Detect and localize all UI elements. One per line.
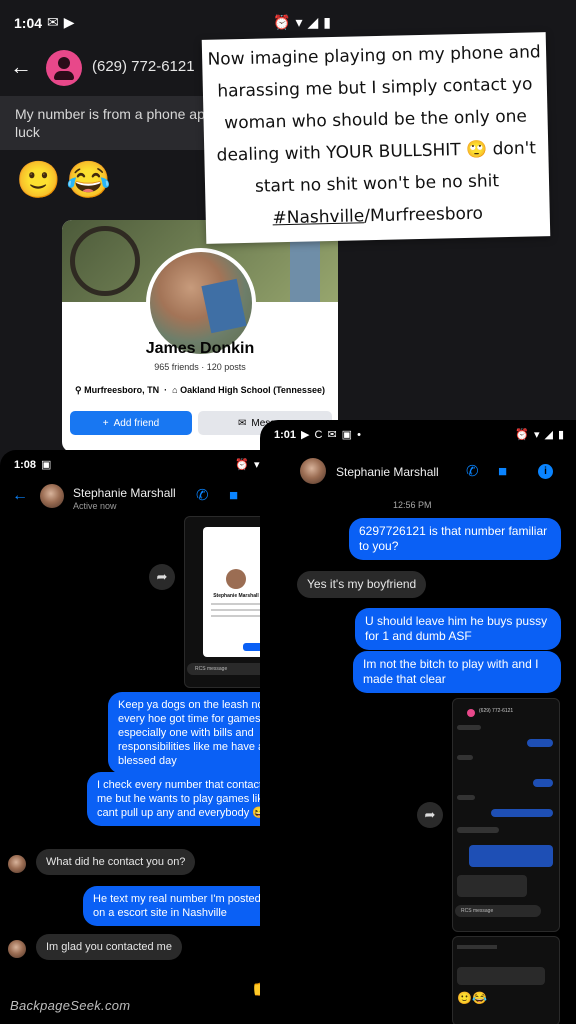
photo-status-icon: ▣	[341, 429, 353, 441]
shared-screenshot[interactable]: 🙂😂	[452, 936, 560, 1024]
conversation-title: (629) 772-6121	[92, 58, 195, 75]
laughing-emoji: 😂	[66, 159, 111, 200]
share-icon[interactable]: ➦	[149, 564, 175, 590]
shared-screenshot[interactable]: (629) 772-6121 RCS message	[452, 698, 560, 932]
collage: 1:04 ✉ ▶ ⏰ ▾ ◢ ▮ ← (629) 772-6121 My num…	[0, 0, 576, 1024]
received-message: Im glad you contacted me	[36, 934, 182, 960]
signal-icon: ◢	[307, 14, 319, 30]
contact-avatar[interactable]	[40, 484, 64, 508]
wifi-icon: ▾	[533, 429, 540, 441]
play-status-icon: ▶	[63, 14, 75, 30]
status-bar: 1:04 ✉ ▶	[14, 14, 75, 31]
caption-overlay: Now imagine playing on my phone and hara…	[201, 32, 551, 244]
alarm-icon: ⏰	[235, 459, 249, 471]
mini-thread-title: (629) 772-6121	[479, 708, 514, 714]
phone-icon[interactable]: ✆	[466, 464, 479, 479]
profile-location: Murfreesboro, TN	[84, 385, 160, 395]
phone-icon[interactable]: ✆	[196, 488, 209, 503]
status-time: 1:01	[274, 428, 297, 441]
location-pin-icon: ⚲	[75, 385, 82, 395]
profile-details: ⚲ Murfreesboro, TN · ⌂ Oakland High Scho…	[75, 385, 325, 395]
message-timestamp: 12:56 PM	[393, 500, 432, 510]
messenger-screenshot-left: 1:08 ▣ ⏰ ▾ ◢ ▮ ← Stephanie Marshall Acti…	[0, 450, 298, 1024]
watermark: BackpageSeek.com	[10, 998, 131, 1013]
smile-emoji: 🙂	[16, 159, 61, 200]
person-icon	[58, 57, 70, 69]
sent-message: Im not the bitch to play with and I made…	[353, 651, 561, 693]
profile-stats: 965 friends · 120 posts	[154, 362, 246, 372]
status-bar: 1:01 ▶ C ✉ ▣ • ⏰ ▾ ◢ ▮	[274, 428, 564, 442]
signal-icon: ◢	[544, 429, 553, 441]
messages-status-icon: ✉	[327, 429, 337, 441]
messenger-icon: ✉	[238, 417, 247, 429]
alarm-icon: ⏰	[273, 14, 291, 30]
info-icon[interactable]: i	[538, 464, 553, 479]
wifi-icon: ▾	[253, 459, 260, 471]
play-status-icon: ▶	[301, 429, 310, 441]
status-bar-right: ⏰ ▾ ◢ ▮	[268, 14, 331, 31]
mini-compose: RCS message	[455, 905, 541, 917]
status-app-letter: C	[314, 428, 323, 441]
contact-avatar-small	[8, 940, 26, 958]
sent-message: He text my real number I'm posted on a e…	[83, 886, 286, 926]
add-friend-label: Add friend	[113, 417, 160, 429]
video-call-icon[interactable]: ■	[498, 464, 507, 479]
received-message: Yes it's my boyfriend	[297, 571, 427, 598]
messenger-screenshot-right: 1:01 ▶ C ✉ ▣ • ⏰ ▾ ◢ ▮ Stephanie Marshal…	[260, 420, 576, 1024]
contact-avatar[interactable]	[46, 50, 82, 86]
wifi-icon: ▾	[295, 14, 303, 30]
back-arrow-icon[interactable]: ←	[12, 488, 28, 504]
mini-emojis: 🙂😂	[457, 991, 487, 1005]
contact-avatar[interactable]	[300, 458, 326, 484]
sent-message: I check every number that contact me but…	[87, 772, 286, 826]
profile-name: James Donkin	[145, 340, 255, 357]
battery-icon: ▮	[557, 429, 564, 441]
battery-icon: ▮	[323, 14, 331, 30]
profile-card: James Donkin 965 friends · 120 posts ⚲ M…	[62, 220, 338, 452]
contact-name[interactable]: Stephanie Marshall	[336, 465, 439, 479]
contact-name[interactable]: Stephanie Marshall	[73, 486, 176, 500]
contact-avatar-small	[8, 855, 26, 873]
school-icon: ⌂	[172, 385, 178, 395]
status-time: 1:08	[14, 458, 37, 471]
status-bar: 1:08 ▣ ⏰ ▾ ◢ ▮	[14, 458, 284, 472]
add-friend-button[interactable]: + Add friend	[70, 411, 192, 435]
sent-message: 6297726121 is that number familiar to yo…	[349, 518, 561, 560]
back-arrow-icon[interactable]: ←	[10, 56, 32, 78]
received-message: What did he contact you on?	[36, 849, 196, 875]
message-status-icon: ✉	[47, 14, 59, 30]
share-icon[interactable]: ➦	[417, 802, 443, 828]
status-time: 1:04	[14, 14, 43, 31]
video-call-icon[interactable]: ■	[229, 488, 238, 503]
alarm-icon: ⏰	[515, 429, 529, 441]
hashtag-rest: /Murfreesboro	[364, 203, 484, 227]
profile-school: Oakland High School (Tennessee)	[180, 385, 325, 395]
contact-status: Active now	[73, 501, 117, 511]
photo-status-icon: ▣	[41, 459, 52, 471]
sent-message: U should leave him he buys pussy for 1 a…	[355, 608, 561, 650]
add-person-icon: +	[102, 417, 109, 429]
hashtag-link[interactable]: #Nashville	[272, 206, 364, 228]
